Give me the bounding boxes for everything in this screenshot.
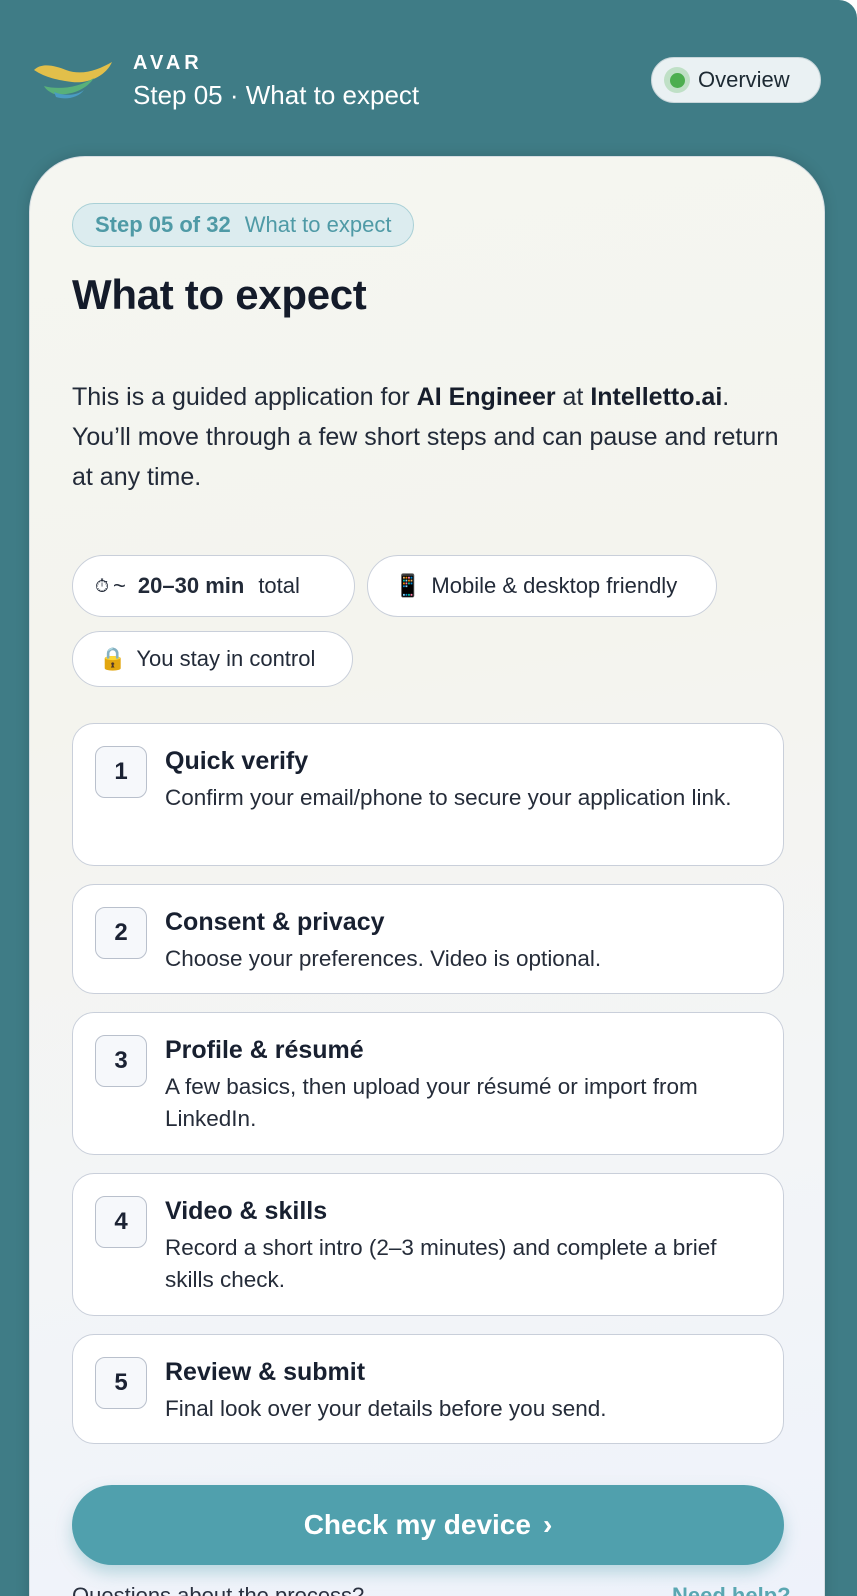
- avar-logo-icon: [34, 62, 112, 99]
- check-device-button[interactable]: Check my device ›: [72, 1485, 784, 1565]
- overview-button[interactable]: Overview: [651, 57, 821, 103]
- step-title: Video & skills: [165, 1197, 328, 1225]
- step-number: 2: [95, 907, 147, 959]
- top-bar: AVAR Step 05 · What to expect Overview: [0, 0, 857, 160]
- step-item-video-skills: 4 Video & skills Record a short intro (2…: [72, 1173, 784, 1316]
- overview-label: Overview: [698, 67, 790, 92]
- step-item-profile-resume: 3 Profile & résumé A few basics, then up…: [72, 1012, 784, 1155]
- step-description: Confirm your email/phone to secure your …: [165, 785, 732, 810]
- step-number: 3: [95, 1035, 147, 1087]
- duration-chip: ⏱ ~ 20–30 min total: [72, 555, 355, 617]
- duration-value: 20–30 min: [137, 573, 245, 598]
- control-chip: 🔒 You stay in control: [72, 631, 353, 687]
- control-label: You stay in control: [136, 646, 316, 671]
- page-title: What to expect: [72, 271, 367, 318]
- steps-list: 1 Quick verify Confirm your email/phone …: [72, 723, 784, 1462]
- step-item-consent-privacy: 2 Consent & privacy Choose your preferen…: [72, 884, 784, 994]
- mobile-phone-icon: 📱: [394, 573, 422, 599]
- intro-role: AI Engineer: [416, 383, 556, 411]
- duration-prefix: ~: [113, 573, 126, 598]
- step-number: 5: [95, 1357, 147, 1409]
- step-title: Quick verify: [165, 747, 309, 775]
- need-help-link[interactable]: Need help?: [672, 1583, 791, 1596]
- check-device-label: Check my device: [303, 1509, 531, 1540]
- step-title: Consent & privacy: [165, 908, 385, 936]
- step-title: Review & submit: [165, 1358, 366, 1386]
- status-dot-icon: [664, 67, 690, 93]
- intro-text: This is a guided application for AI Engi…: [72, 377, 792, 497]
- step-item-review-submit: 5 Review & submit Final look over your d…: [72, 1334, 784, 1444]
- step-name: What to expect: [244, 212, 392, 237]
- content-card: Step 05 of 32 What to expect What to exp…: [29, 156, 825, 1596]
- step-number: 1: [95, 746, 147, 798]
- step-badge: Step 05 of 32 What to expect: [72, 203, 415, 247]
- device-label: Mobile & desktop friendly: [431, 573, 678, 598]
- device-chip: 📱 Mobile & desktop friendly: [367, 555, 717, 617]
- intro-text-part2: at: [555, 383, 591, 411]
- step-description: Record a short intro (2–3 minutes) and c…: [165, 1235, 717, 1292]
- step-item-quick-verify: 1 Quick verify Confirm your email/phone …: [72, 723, 784, 866]
- lock-icon: 🔒: [99, 646, 127, 672]
- step-description: Choose your preferences. Video is option…: [165, 946, 602, 971]
- chevron-right-icon: ›: [542, 1509, 553, 1540]
- stopwatch-icon: ⏱: [95, 575, 110, 597]
- step-description: A few basics, then upload your résumé or…: [165, 1074, 698, 1131]
- step-count: Step 05 of 32: [95, 212, 231, 237]
- footer-question: Questions about the process?: [72, 1583, 365, 1596]
- intro-company: Intelletto.ai: [590, 383, 723, 411]
- step-description: Final look over your details before you …: [165, 1396, 607, 1421]
- header-step-label: Step 05 · What to expect: [133, 80, 420, 110]
- step-title: Profile & résumé: [165, 1036, 364, 1064]
- duration-suffix: total: [258, 573, 300, 598]
- step-number: 4: [95, 1196, 147, 1248]
- intro-text-part1: This is a guided application for: [72, 383, 417, 411]
- brand-name: AVAR: [133, 52, 203, 74]
- app-frame: AVAR Step 05 · What to expect Overview S…: [0, 0, 857, 1596]
